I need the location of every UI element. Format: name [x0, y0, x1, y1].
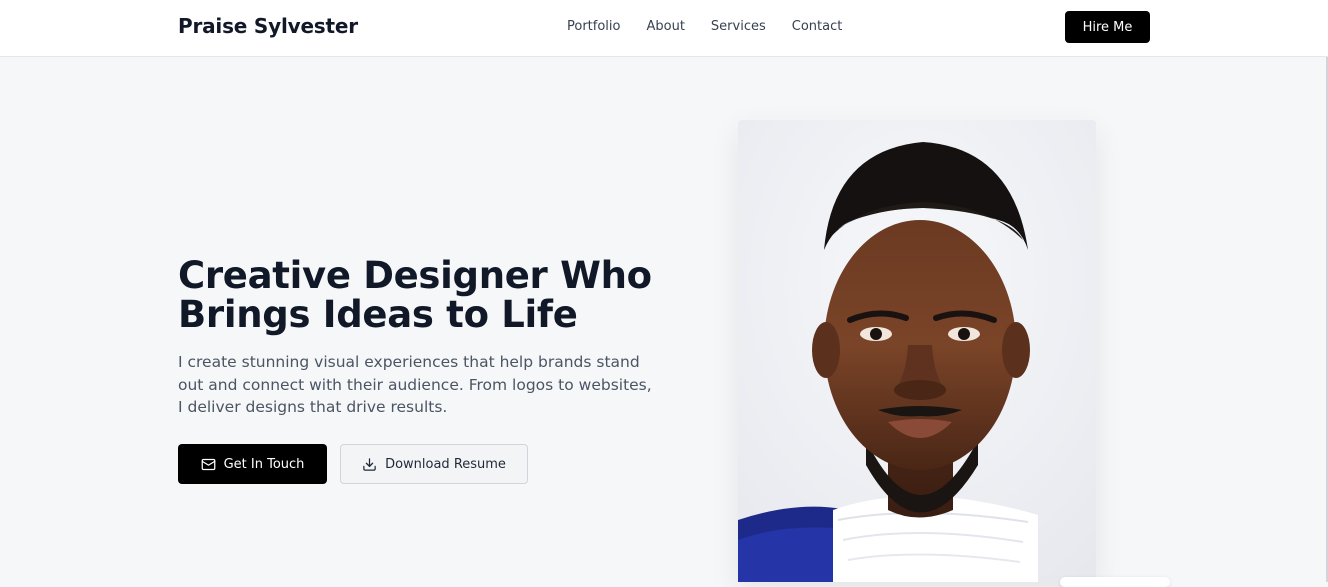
mail-icon [201, 457, 216, 472]
hero-subtitle: I create stunning visual experiences tha… [178, 353, 652, 416]
nav-link-about[interactable]: About [646, 19, 684, 34]
profile-photo [738, 120, 1096, 582]
hero-title-line-2: Brings Ideas to Life [178, 293, 578, 336]
get-in-touch-label: Get In Touch [223, 456, 305, 472]
floating-badge [1060, 577, 1170, 587]
top-navbar: Praise Sylvester Portfolio About Service… [0, 0, 1328, 57]
nav-link-contact[interactable]: Contact [792, 19, 843, 34]
portrait-illustration [738, 120, 1096, 582]
get-in-touch-button[interactable]: Get In Touch [178, 444, 327, 484]
download-icon [362, 457, 377, 472]
hire-me-button[interactable]: Hire Me [1065, 11, 1150, 43]
download-resume-button[interactable]: Download Resume [340, 444, 528, 484]
download-resume-label: Download Resume [385, 456, 506, 472]
brand-logo-text[interactable]: Praise Sylvester [178, 14, 358, 38]
nav-link-services[interactable]: Services [711, 19, 766, 34]
nav-link-portfolio[interactable]: Portfolio [567, 19, 620, 34]
hero-title: Creative Designer Who Brings Ideas to Li… [178, 256, 678, 334]
main-nav: Portfolio About Services Contact [567, 19, 842, 34]
hero-title-line-1: Creative Designer Who [178, 254, 652, 297]
